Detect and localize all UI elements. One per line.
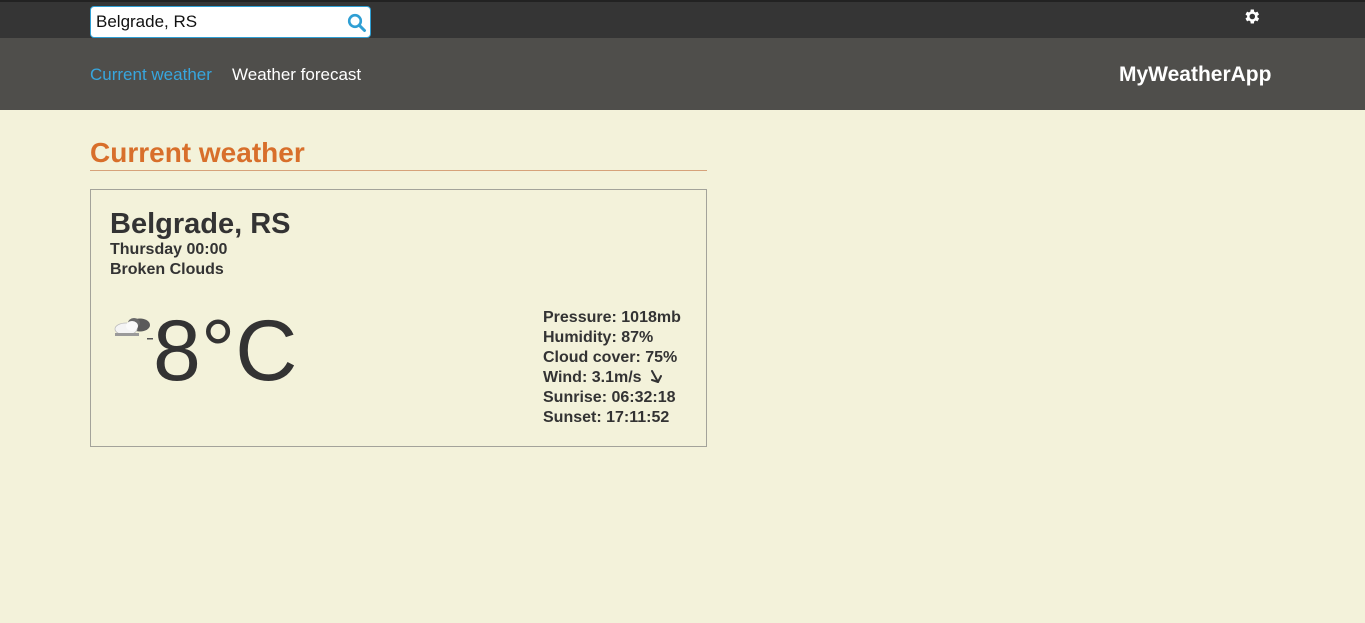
- gear-icon[interactable]: [1242, 7, 1261, 26]
- search-box[interactable]: [90, 6, 371, 38]
- broken-clouds-icon: [114, 318, 153, 340]
- date-time: Thursday 00:00: [110, 241, 228, 258]
- weather-condition: Broken Clouds: [110, 261, 224, 278]
- city-name: Belgrade, RS: [110, 208, 291, 240]
- humidity-value: Humidity: 87%: [543, 329, 654, 346]
- nav-current-weather[interactable]: Current weather: [90, 65, 212, 85]
- pressure-value: Pressure: 1018mb: [543, 309, 681, 326]
- wind-value: Wind: 3.1m/s: [543, 369, 642, 386]
- page-title: Current weather: [90, 137, 305, 168]
- top-bar: [0, 0, 1365, 38]
- current-weather-card: Belgrade, RS Thursday 00:00 Broken Cloud…: [90, 189, 707, 447]
- sunset-value: Sunset: 17:11:52: [543, 409, 670, 426]
- app-brand: MyWeatherApp: [1119, 63, 1272, 86]
- temperature: 8°C: [153, 303, 298, 399]
- search-input[interactable]: [96, 11, 341, 33]
- nav-weather-forecast[interactable]: Weather forecast: [232, 65, 361, 85]
- sunrise-value: Sunrise: 06:32:18: [543, 389, 676, 406]
- search-icon[interactable]: [347, 13, 367, 33]
- wind-direction-arrow-icon: [651, 370, 662, 383]
- cloud-cover-value: Cloud cover: 75%: [543, 349, 678, 366]
- nav-bar: Current weather Weather forecast MyWeath…: [0, 38, 1365, 110]
- wind-row: Wind: 3.1m/s: [543, 368, 681, 388]
- weather-details: Pressure: 1018mb Humidity: 87% Cloud cov…: [543, 308, 681, 428]
- title-divider: [90, 170, 707, 171]
